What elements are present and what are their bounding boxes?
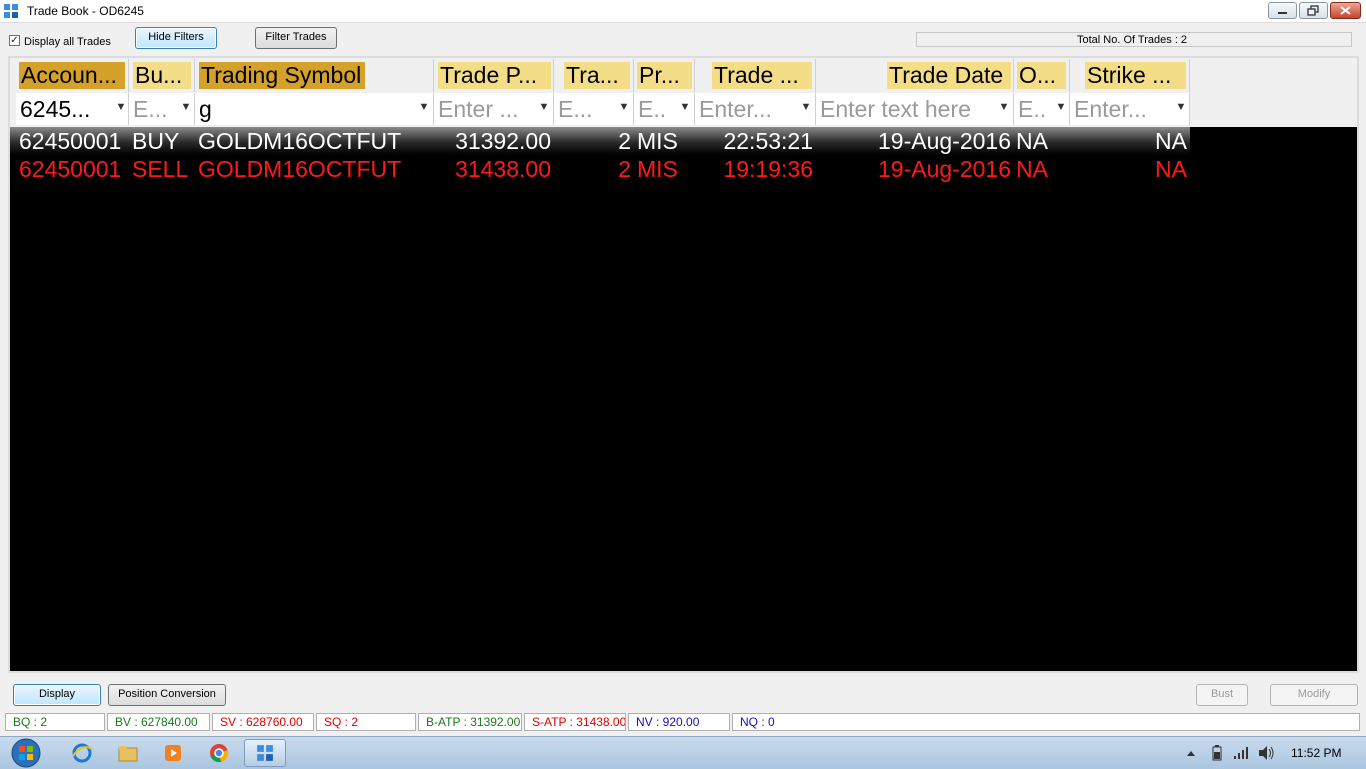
total-trades-label: Total No. Of Trades : 2: [1077, 34, 1188, 46]
trade-grid: Accoun... Bu... Trading Symbol Trade P..…: [8, 56, 1359, 673]
status-sq: SQ : 2: [316, 713, 416, 731]
column-header-buy-sell[interactable]: Bu...: [129, 59, 195, 92]
restore-button[interactable]: [1299, 2, 1328, 19]
start-button-icon[interactable]: [6, 738, 46, 768]
column-header-trading-symbol[interactable]: Trading Symbol: [195, 59, 434, 92]
status-bar: BQ : 2 BV : 627840.00 SV : 628760.00 SQ …: [0, 712, 1366, 734]
column-header-trade-price[interactable]: Trade P...: [434, 59, 554, 92]
display-all-label: Display all Trades: [24, 36, 111, 48]
chrome-icon[interactable]: [207, 741, 231, 765]
filter-icon[interactable]: ▼: [418, 101, 430, 113]
filter-trade-qty[interactable]: E... ▼: [554, 93, 634, 125]
filter-icon[interactable]: ▼: [679, 101, 691, 113]
grid-header: Accoun... Bu... Trading Symbol Trade P..…: [10, 58, 1357, 127]
clock[interactable]: 11:52 PM: [1291, 746, 1341, 760]
filter-icon[interactable]: ▼: [800, 101, 812, 113]
app-icon: [257, 745, 273, 761]
restore-icon: [1307, 5, 1319, 16]
filter-buy-sell[interactable]: E... ▼: [129, 93, 195, 125]
minimize-button[interactable]: [1268, 2, 1297, 19]
filter-option-type[interactable]: E.. ▼: [1014, 93, 1070, 125]
display-all-checkbox[interactable]: ✓: [9, 35, 20, 46]
column-header-product[interactable]: Pr...: [634, 59, 695, 92]
status-bv: BV : 627840.00: [107, 713, 210, 731]
filter-account[interactable]: 6245... ▼: [16, 93, 129, 125]
app-icon: [4, 4, 18, 18]
column-header-option-type[interactable]: O...: [1014, 59, 1070, 92]
filter-icon[interactable]: ▼: [538, 101, 550, 113]
filter-icon[interactable]: ▼: [1055, 101, 1067, 113]
folder-icon[interactable]: [116, 741, 140, 765]
column-header-trade-date[interactable]: Trade Date: [816, 59, 1014, 92]
volume-icon[interactable]: [1257, 745, 1275, 761]
close-button[interactable]: [1330, 2, 1361, 19]
filter-trading-symbol[interactable]: g ▼: [195, 93, 434, 125]
show-hidden-icons-icon[interactable]: [1186, 749, 1196, 757]
status-b-atp: B-ATP : 31392.00: [418, 713, 522, 731]
filter-trade-price[interactable]: Enter ... ▼: [434, 93, 554, 125]
minimize-icon: [1278, 12, 1287, 14]
display-button[interactable]: Display: [13, 684, 101, 706]
status-sv: SV : 628760.00: [212, 713, 314, 731]
column-header-trade-time[interactable]: Trade ...: [695, 59, 816, 92]
status-bq: BQ : 2: [5, 713, 105, 731]
media-player-icon[interactable]: [161, 741, 185, 765]
window-title: Trade Book - OD6245: [27, 4, 144, 18]
filter-icon[interactable]: ▼: [618, 101, 630, 113]
modify-button[interactable]: Modify: [1270, 684, 1358, 706]
filter-trade-date[interactable]: Enter text here ▼: [816, 93, 1014, 125]
table-row[interactable]: 62450001 SELL GOLDM16OCTFUT 31438.00 2 M…: [10, 155, 1190, 183]
filter-trades-button[interactable]: Filter Trades: [255, 27, 337, 49]
internet-explorer-icon[interactable]: [70, 741, 94, 765]
taskbar-app-trade-book[interactable]: [244, 739, 286, 767]
hide-filters-button[interactable]: Hide Filters: [135, 27, 217, 49]
filter-icon[interactable]: ▼: [998, 101, 1010, 113]
column-header-strike-price[interactable]: Strike ...: [1070, 59, 1190, 92]
taskbar: [0, 736, 1366, 769]
title-bar: Trade Book - OD6245: [0, 0, 1366, 23]
close-icon: [1340, 6, 1351, 15]
status-nv: NV : 920.00: [628, 713, 730, 731]
filter-trade-time[interactable]: Enter... ▼: [695, 93, 816, 125]
status-nq: NQ : 0: [732, 713, 1360, 731]
bust-button[interactable]: Bust: [1196, 684, 1248, 706]
filter-icon[interactable]: ▼: [1175, 101, 1187, 113]
column-header-trade-qty[interactable]: Tra...: [554, 59, 634, 92]
table-row[interactable]: 62450001 BUY GOLDM16OCTFUT 31392.00 2 MI…: [10, 127, 1190, 155]
filter-strike-price[interactable]: Enter... ▼: [1070, 93, 1190, 125]
status-s-atp: S-ATP : 31438.00: [524, 713, 626, 731]
network-signal-icon[interactable]: [1233, 746, 1249, 760]
filter-icon[interactable]: ▼: [115, 101, 127, 113]
battery-icon[interactable]: [1210, 745, 1224, 761]
column-header-account[interactable]: Accoun...: [16, 59, 129, 92]
filter-icon[interactable]: ▼: [180, 101, 192, 113]
filter-product[interactable]: E.. ▼: [634, 93, 695, 125]
position-conversion-button[interactable]: Position Conversion: [108, 684, 226, 706]
